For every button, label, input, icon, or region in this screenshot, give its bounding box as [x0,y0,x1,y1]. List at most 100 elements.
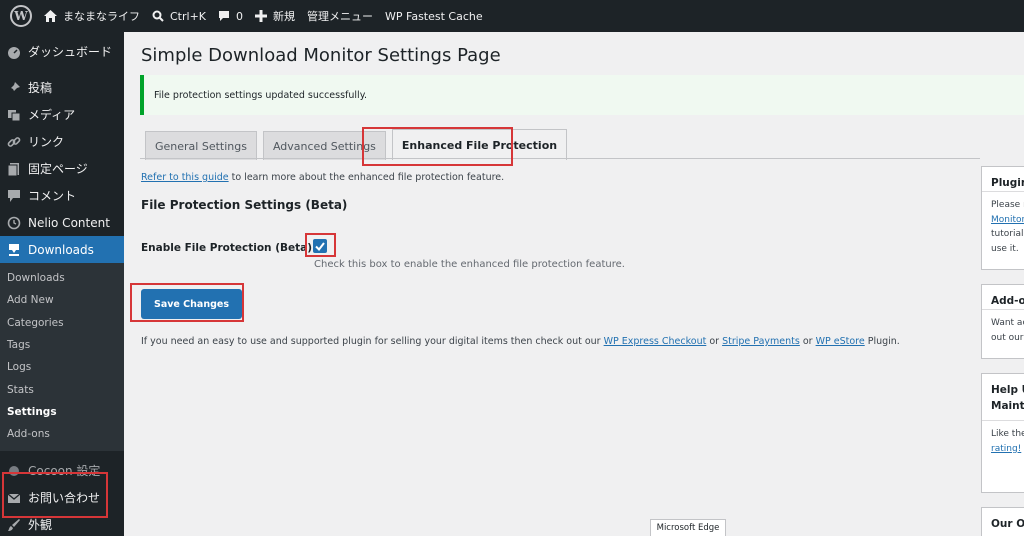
promo-text-end: Plugin. [864,336,900,347]
plus-icon [255,10,268,22]
sidebar-item-links[interactable]: リンク [0,128,124,155]
paintbrush-icon [6,517,22,533]
plugin-info-box: Plugin Please r Monitor tutorial use it. [981,166,1024,270]
help-box-title: Help U Mainta [982,374,1024,421]
submenu-item-stats[interactable]: Stats [0,378,124,400]
help-box-title-line: Help U [991,384,1024,396]
nelio-clock-icon [6,215,22,231]
sidebar-item-label: Nelio Content [28,215,110,230]
wp-estore-link[interactable]: WP eStore [816,336,865,347]
plugin-box-body: Please r Monitor tutorial use it. [982,192,1024,256]
downloads-submenu: Downloads Add New Categories Tags Logs S… [0,263,124,452]
comment-bubble-icon [6,188,22,204]
new-content-button[interactable]: 新規 [249,0,301,32]
promo-text-start: If you need an easy to use and supported… [141,336,604,347]
new-content-label: 新規 [273,10,296,23]
tab-highlight-box [362,127,513,166]
promo-text: If you need an easy to use and supported… [141,336,900,347]
plugin-box-line: Please r [991,200,1024,210]
other-plugins-box-title: Our Ot [991,518,1024,530]
addons-box-body: Want ac out our [982,310,1024,345]
sidebar-item-downloads[interactable]: Downloads [0,236,124,263]
sidebar-item-pages[interactable]: 固定ページ [0,155,124,182]
admin-menu-link[interactable]: 管理メニュー [301,0,379,32]
help-maintain-box: Help U Mainta Like the rating! [981,373,1024,493]
sidebar-item-label: Downloads [28,242,94,257]
guide-paragraph: Refer to this guide to learn more about … [141,172,504,183]
guide-link[interactable]: Refer to this guide [141,172,229,183]
wp-fastest-cache-label: WP Fastest Cache [385,9,483,23]
main-content: Simple Download Monitor Settings Page Fi… [124,32,1024,536]
sidebar-item-label: リンク [28,135,65,149]
comments-count: 0 [236,9,244,23]
addons-box-line: out our [991,332,1024,343]
field-description: Check this box to enable the enhanced fi… [314,259,625,270]
sidebar-item-posts[interactable]: 投稿 [0,74,124,101]
checkbox-highlight-box [305,233,336,257]
submenu-item-settings[interactable]: Settings [0,401,124,423]
help-box-body: Like the rating! [982,421,1024,456]
submenu-item-categories[interactable]: Categories [0,312,124,334]
promo-or-2: or [799,336,816,347]
dashboard-gauge-icon [6,44,22,60]
plugin-box-line: tutorial [991,229,1024,239]
stripe-payments-link[interactable]: Stripe Payments [722,336,800,347]
search-icon [152,10,164,22]
guide-text: to learn more about the enhanced file pr… [228,172,505,183]
home-icon [44,10,57,22]
contact-highlight-box [2,472,108,518]
notice-text: File protection settings updated success… [154,89,367,101]
wordpress-icon: W [10,5,32,27]
admin-menu-label: 管理メニュー [307,10,374,23]
submenu-item-add-new[interactable]: Add New [0,289,124,311]
page-title: Simple Download Monitor Settings Page [141,45,501,66]
download-icon [6,242,22,258]
admin-bar: W まなまなライフ Ctrl+K 0 新規 管理メニュー WP Fastest … [0,0,1024,32]
microsoft-edge-tooltip: Microsoft Edge [650,519,726,536]
submenu-item-logs[interactable]: Logs [0,356,124,378]
promo-or-1: or [706,336,723,347]
success-notice: File protection settings updated success… [140,75,1024,115]
media-icon [6,107,22,123]
sidebar-item-label: 投稿 [28,81,53,95]
pin-icon [6,80,22,96]
sidebar-item-label: コメント [28,189,77,203]
tab-divider [140,158,980,159]
help-box-line: Like the [991,429,1024,439]
site-name-label: まなまなライフ [63,10,140,23]
sidebar-item-nelio-content[interactable]: Nelio Content [0,209,124,236]
sidebar-item-label: ダッシュボード [28,45,113,59]
rating-link[interactable]: rating! [991,444,1021,454]
search-shortcut-label: Ctrl+K [170,9,207,23]
admin-sidebar: ダッシュボード 投稿 メディア リンク 固定ページ コメント Nelio Con… [0,32,124,536]
sidebar-item-label: 固定ページ [28,162,88,176]
enable-file-protection-label: Enable File Protection (Beta) [141,242,313,254]
tab-general-settings[interactable]: General Settings [145,131,257,160]
submenu-item-downloads[interactable]: Downloads [0,267,124,289]
sidebar-item-media[interactable]: メディア [0,101,124,128]
wp-fastest-cache-link[interactable]: WP Fastest Cache [379,0,489,32]
our-other-plugins-box: Our Ot [981,507,1024,536]
comment-bubble-icon [219,11,230,21]
site-name-link[interactable]: まなまなライフ [38,0,146,32]
save-button-highlight-box [130,283,244,322]
plugin-box-line: use it. [991,243,1019,254]
sidebar-item-dashboard[interactable]: ダッシュボード [0,38,124,65]
submenu-item-tags[interactable]: Tags [0,334,124,356]
sidebar-item-comments[interactable]: コメント [0,182,124,209]
sidebar-item-label: メディア [28,108,76,122]
search-shortcut-button[interactable]: Ctrl+K [146,0,212,32]
wp-express-checkout-link[interactable]: WP Express Checkout [604,336,707,347]
addons-box-title: Add-o [982,285,1024,310]
link-icon [6,134,22,150]
sidebar-item-label: 外観 [28,518,53,533]
help-box-title-line: Mainta [991,400,1024,412]
submenu-item-add-ons[interactable]: Add-ons [0,423,124,445]
page-icon [6,161,22,177]
wordpress-logo-button[interactable]: W [0,0,38,32]
addons-box: Add-o Want ac out our [981,284,1024,359]
comments-link[interactable]: 0 [212,0,249,32]
addons-box-line: Want ac [991,318,1024,328]
section-title: File Protection Settings (Beta) [141,198,348,212]
plugin-box-link[interactable]: Monitor [991,215,1024,225]
